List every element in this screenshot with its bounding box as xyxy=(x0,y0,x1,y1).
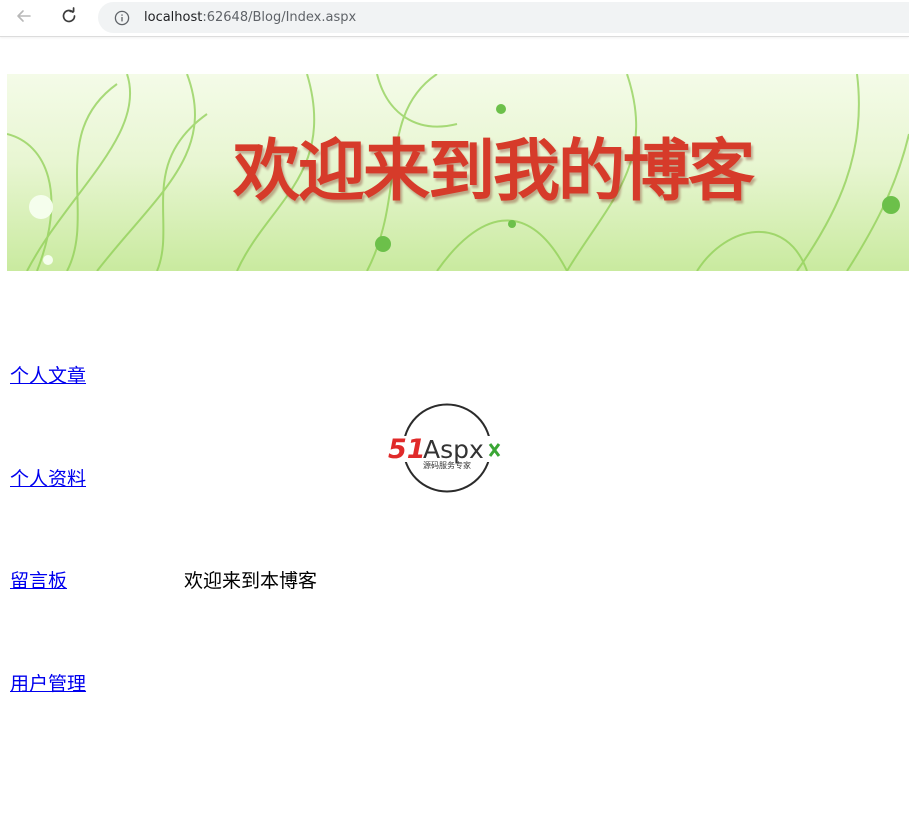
logo-brand-51: 51 xyxy=(388,434,426,465)
url-host: localhost xyxy=(144,10,203,25)
nav-link-profile[interactable]: 个人资料 xyxy=(10,464,86,491)
address-bar[interactable]: localhost:62648/Blog/Index.aspx xyxy=(98,2,909,33)
nav-link-message-board[interactable]: 留言板 xyxy=(10,566,67,593)
logo-brand-aspx: Aspx xyxy=(423,435,484,464)
url-text[interactable]: localhost:62648/Blog/Index.aspx xyxy=(144,10,356,25)
arrow-left-icon xyxy=(14,6,34,30)
browser-toolbar: localhost:62648/Blog/Index.aspx xyxy=(0,0,909,37)
back-button[interactable] xyxy=(10,4,38,32)
reload-button[interactable] xyxy=(55,4,83,32)
nav-link-user-management[interactable]: 用户管理 xyxy=(10,669,86,696)
reload-icon xyxy=(59,6,79,30)
logo: 51 Aspx 源码服务专家 xyxy=(386,402,512,494)
info-icon[interactable] xyxy=(114,10,130,26)
nav-link-articles[interactable]: 个人文章 xyxy=(10,361,86,388)
banner-title: 欢迎来到我的博客 xyxy=(233,132,755,210)
welcome-text: 欢迎来到本博客 xyxy=(184,570,318,592)
logo-tagline: 源码服务专家 xyxy=(423,460,471,470)
banner-image: 欢迎来到我的博客 xyxy=(7,74,909,271)
url-path: :62648/Blog/Index.aspx xyxy=(202,10,357,25)
